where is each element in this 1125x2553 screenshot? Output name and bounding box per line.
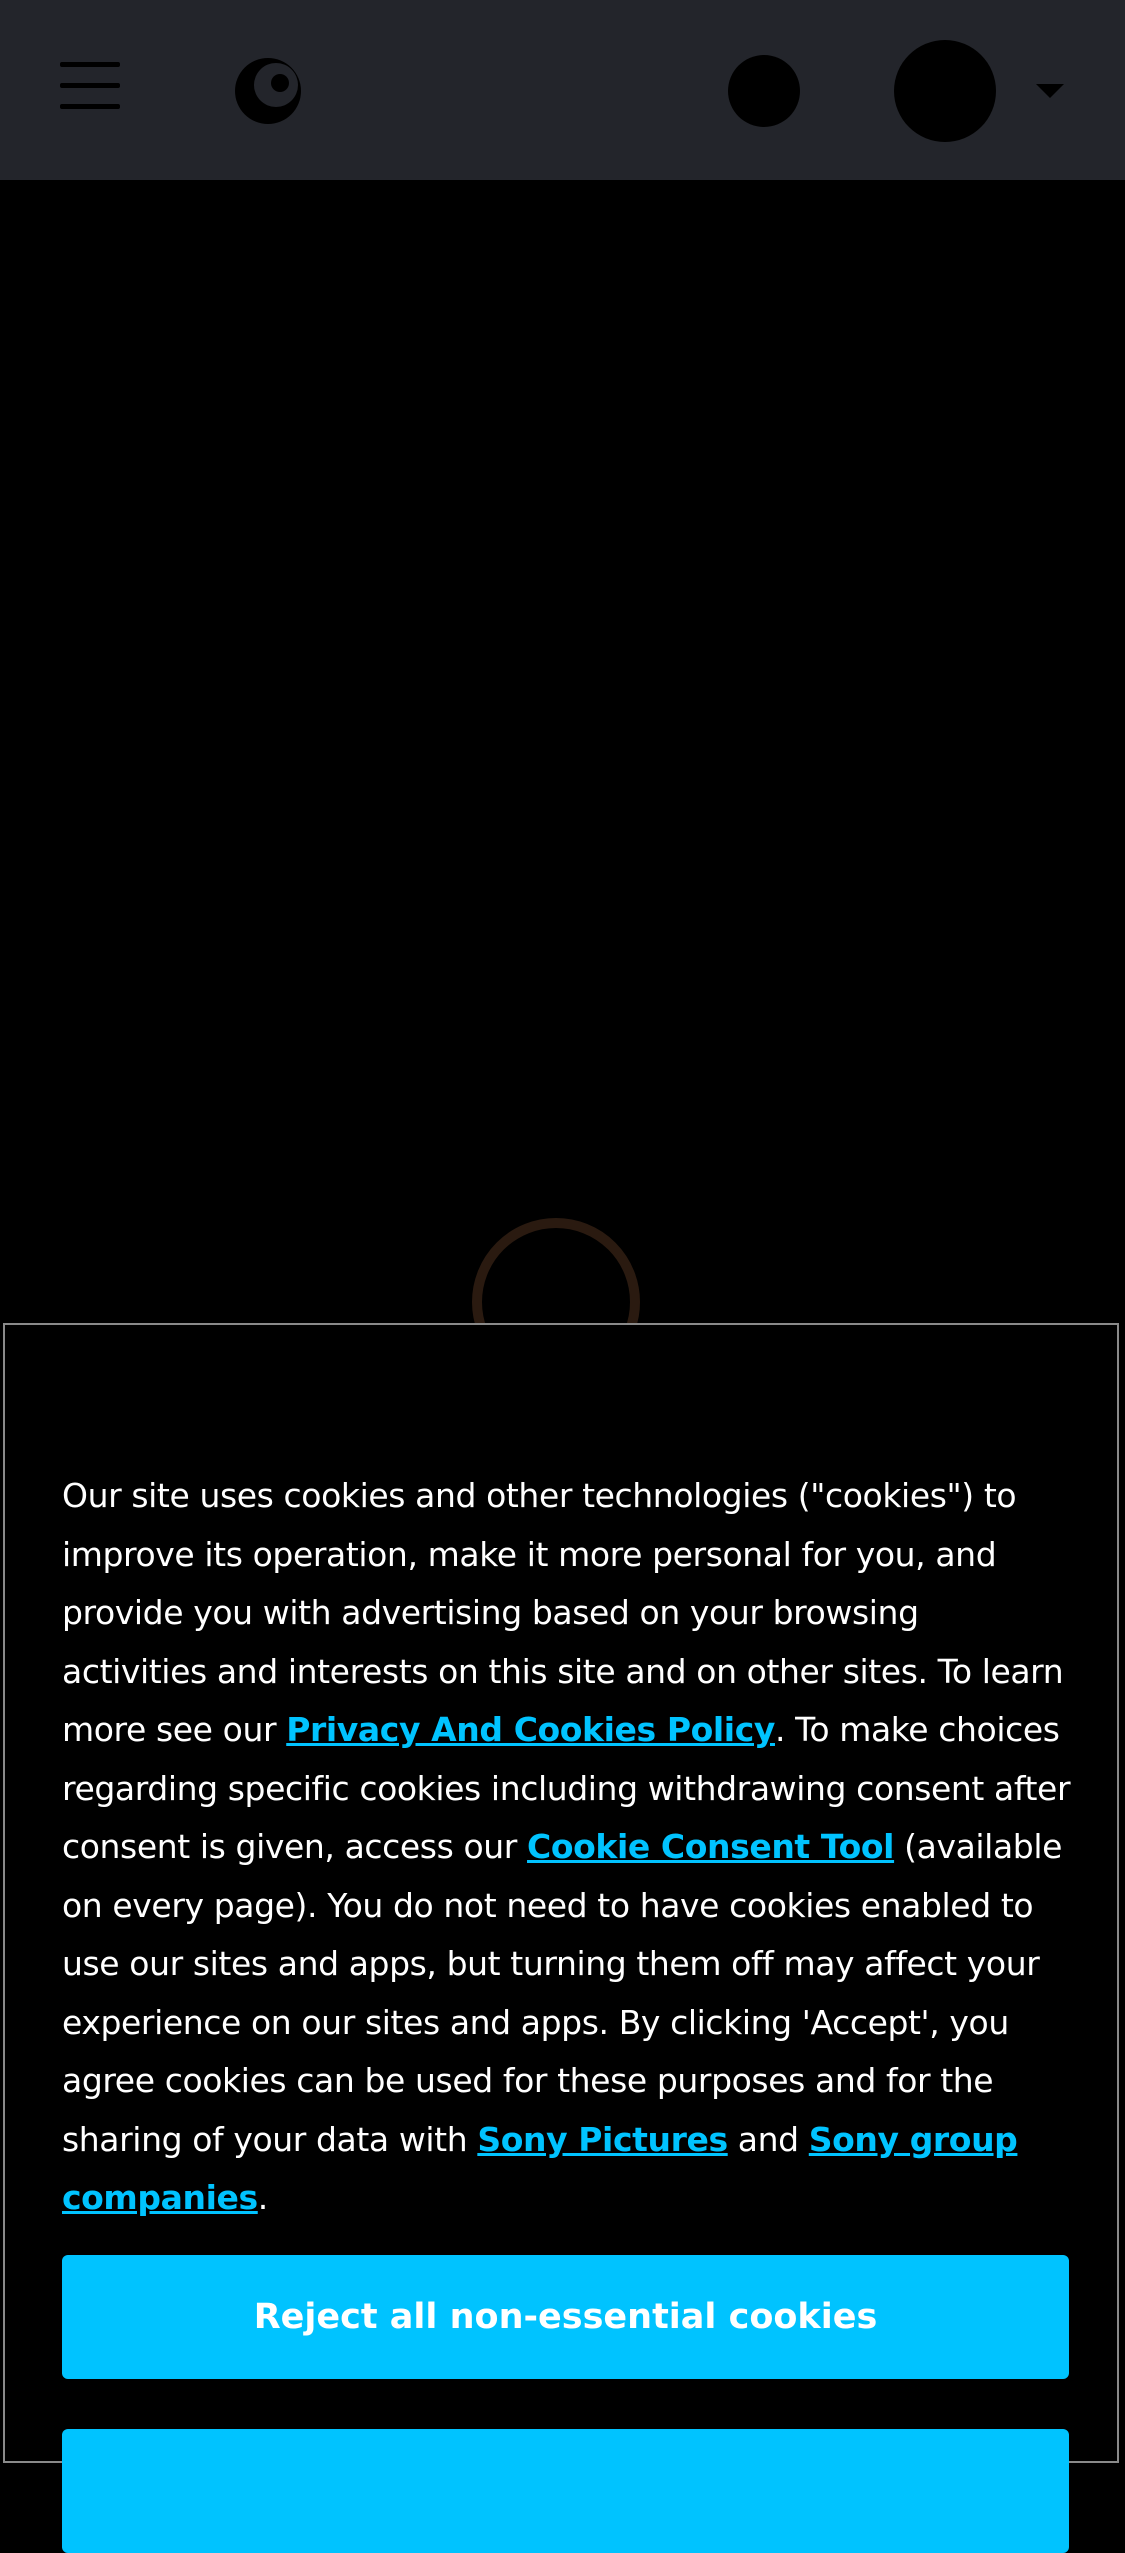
reject-non-essential-cookies-button[interactable]: Reject all non-essential cookies [62,2255,1069,2379]
hamburger-menu-icon[interactable] [60,62,120,110]
crunchyroll-logo-icon[interactable] [232,55,304,127]
cookie-consent-banner: Our site uses cookies and other technolo… [3,1323,1119,2553]
caret-down-icon[interactable] [1036,84,1064,98]
cookie-text-part-4: and [727,2119,809,2159]
accept-cookies-button[interactable] [62,2429,1069,2553]
top-navigation-bar [0,0,1125,180]
cookie-consent-tool-link[interactable]: Cookie Consent Tool [527,1827,894,1866]
cookie-text-part-1: Our site uses cookies and other technolo… [62,1476,1064,1749]
cookie-text-part-5: . [257,2178,268,2217]
cookie-text-part-3: (available on every page). You do not ne… [62,1827,1062,2159]
user-avatar-icon[interactable] [894,40,996,142]
sony-pictures-link[interactable]: Sony Pictures [477,2120,728,2159]
cookie-consent-text: Our site uses cookies and other technolo… [62,1467,1072,2228]
search-icon[interactable] [728,55,800,127]
privacy-policy-link[interactable]: Privacy And Cookies Policy [286,1710,775,1749]
